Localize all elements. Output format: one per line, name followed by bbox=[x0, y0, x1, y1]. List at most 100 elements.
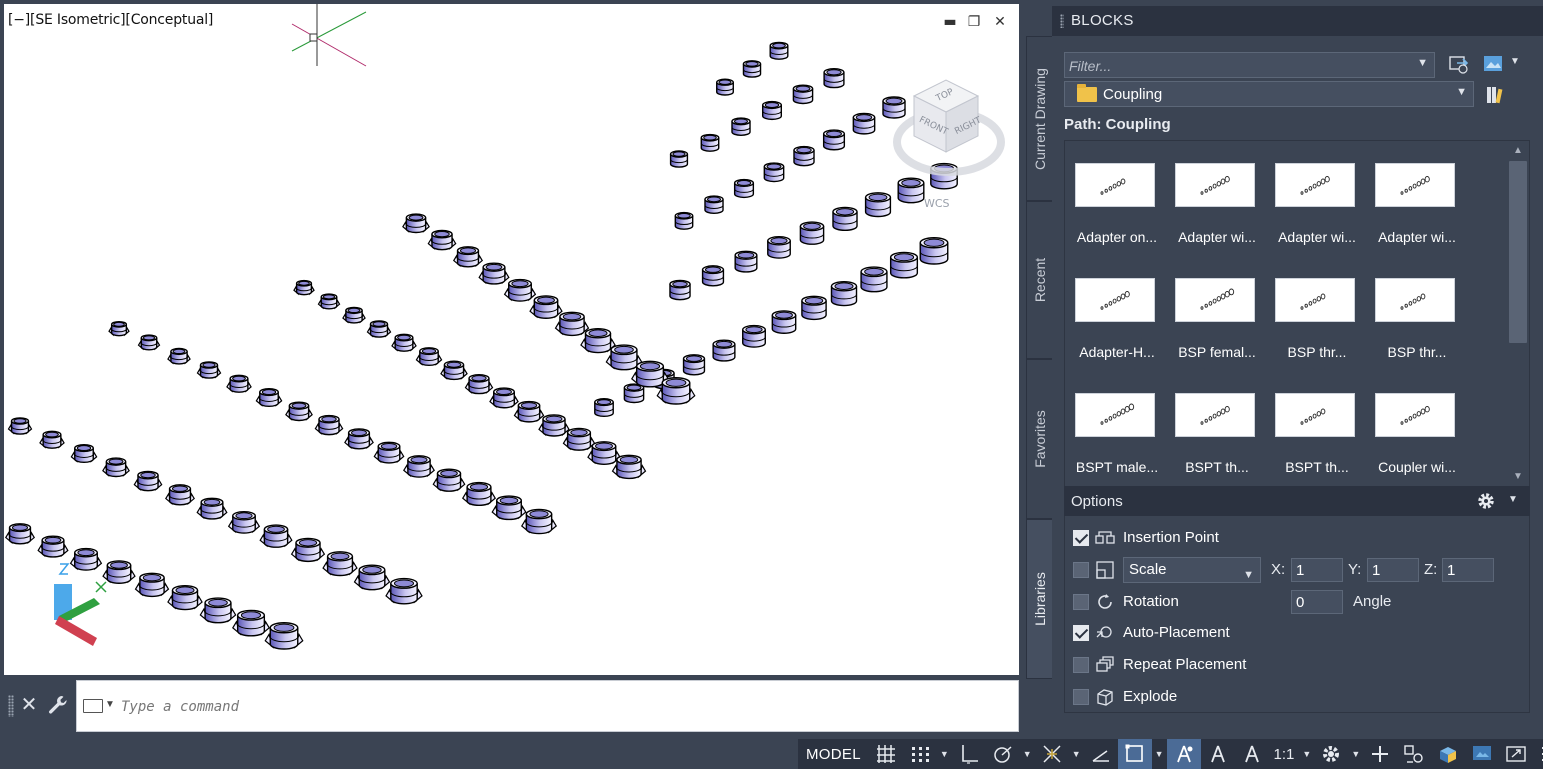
annotation-scale-icon[interactable] bbox=[1235, 739, 1269, 769]
block-thumbnail[interactable] bbox=[1175, 163, 1255, 207]
clamp-coupling-model[interactable] bbox=[462, 481, 496, 506]
clamp-coupling-model[interactable] bbox=[70, 444, 98, 464]
scale-mode-dropdown-icon[interactable]: ▼ bbox=[1243, 563, 1254, 587]
clamp-coupling-model[interactable] bbox=[427, 229, 457, 251]
clamp-coupling-model[interactable] bbox=[196, 497, 228, 520]
adapter-model[interactable] bbox=[733, 178, 755, 199]
adapter-model[interactable] bbox=[669, 279, 691, 301]
annotation-scale-dropdown-icon[interactable]: ▼ bbox=[1299, 749, 1314, 759]
adapter-model[interactable] bbox=[682, 354, 706, 376]
clamp-coupling-model[interactable] bbox=[656, 377, 696, 405]
clamp-coupling-model[interactable] bbox=[322, 551, 358, 577]
model-space-button[interactable]: MODEL bbox=[798, 739, 869, 769]
adapter-model[interactable] bbox=[767, 235, 791, 259]
rotation-checkbox[interactable] bbox=[1073, 594, 1089, 610]
clamp-coupling-model[interactable] bbox=[440, 360, 468, 381]
block-thumbnail[interactable] bbox=[1075, 163, 1155, 207]
auto-placement-checkbox[interactable] bbox=[1073, 625, 1089, 641]
clamp-coupling-model[interactable] bbox=[580, 327, 616, 354]
clamp-coupling-model[interactable] bbox=[366, 320, 392, 338]
clamp-coupling-model[interactable] bbox=[520, 508, 558, 535]
adapter-model[interactable] bbox=[897, 177, 925, 204]
command-line-close-icon[interactable]: ✕ bbox=[20, 692, 38, 718]
palette-title-bar[interactable]: BLOCKS bbox=[1052, 6, 1543, 36]
command-line-grip-icon[interactable] bbox=[8, 695, 14, 717]
adapter-model[interactable] bbox=[731, 117, 751, 136]
ortho-icon[interactable] bbox=[952, 739, 986, 769]
osnap-icon[interactable] bbox=[1035, 739, 1069, 769]
clamp-coupling-model[interactable] bbox=[102, 457, 130, 478]
option-insertion-point[interactable]: Insertion Point bbox=[1065, 524, 1531, 552]
clamp-coupling-model[interactable] bbox=[415, 347, 443, 367]
annotation-visibility-icon[interactable] bbox=[1166, 739, 1201, 769]
adapter-model[interactable] bbox=[700, 133, 720, 152]
model-scene[interactable]: TOPFRONT RIGHTWCS bbox=[4, 4, 1019, 675]
gallery-scrollbar[interactable]: ▲ ▼ bbox=[1507, 141, 1529, 487]
clamp-coupling-model[interactable] bbox=[39, 430, 65, 449]
clamp-coupling-model[interactable] bbox=[385, 577, 423, 605]
customize-wrench-icon[interactable] bbox=[46, 693, 70, 717]
adapter-model[interactable] bbox=[742, 324, 766, 348]
clamp-coupling-model[interactable] bbox=[133, 470, 163, 492]
adapter-model[interactable] bbox=[889, 251, 919, 279]
polar-dropdown-icon[interactable]: ▼ bbox=[1020, 749, 1035, 759]
clamp-coupling-model[interactable] bbox=[538, 414, 570, 437]
adapter-model[interactable] bbox=[669, 150, 689, 168]
clamp-coupling-model[interactable] bbox=[611, 454, 647, 480]
block-tile[interactable]: BSP femal... bbox=[1167, 256, 1267, 370]
clamp-coupling-model[interactable] bbox=[317, 293, 341, 310]
block-tile[interactable]: Adapter-H... bbox=[1067, 256, 1167, 370]
clamp-coupling-model[interactable] bbox=[102, 560, 136, 584]
insertion-point-checkbox[interactable] bbox=[1073, 530, 1089, 546]
command-history-dropdown-icon[interactable]: ▼ bbox=[105, 699, 115, 710]
snap-dropdown-icon[interactable]: ▼ bbox=[937, 749, 952, 759]
adapter-model[interactable] bbox=[769, 41, 789, 60]
adapter-model[interactable] bbox=[712, 339, 736, 362]
clamp-coupling-model[interactable] bbox=[342, 306, 366, 324]
block-thumbnail[interactable] bbox=[1075, 278, 1155, 322]
block-tile[interactable]: Coupler wi... bbox=[1367, 371, 1467, 485]
adapter-model[interactable] bbox=[674, 211, 694, 230]
clamp-coupling-model[interactable] bbox=[167, 584, 203, 611]
adapter-model[interactable] bbox=[704, 195, 724, 214]
palette-grip-icon[interactable] bbox=[1060, 14, 1064, 28]
filter-field[interactable]: ▼ bbox=[1064, 52, 1435, 78]
annotation-scale-value[interactable]: 1:1 bbox=[1269, 739, 1300, 769]
block-thumbnail[interactable] bbox=[1375, 278, 1455, 322]
option-explode[interactable]: Explode bbox=[1065, 683, 1531, 711]
clamp-coupling-model[interactable] bbox=[562, 427, 596, 451]
scale-mode-select[interactable]: Scale ▼ bbox=[1123, 557, 1261, 583]
clamp-coupling-model[interactable] bbox=[199, 597, 237, 624]
adapter-model[interactable] bbox=[832, 206, 858, 232]
adapter-model[interactable] bbox=[623, 383, 645, 404]
isolate-objects-icon[interactable] bbox=[1431, 739, 1465, 769]
clamp-coupling-model[interactable] bbox=[108, 320, 130, 337]
scale-z-input[interactable] bbox=[1442, 558, 1494, 582]
adapter-model[interactable] bbox=[860, 266, 888, 293]
clamp-coupling-model[interactable] bbox=[452, 246, 484, 268]
adapter-model[interactable] bbox=[823, 68, 845, 89]
tab-recent[interactable]: Recent bbox=[1026, 201, 1052, 359]
clamp-coupling-model[interactable] bbox=[344, 428, 374, 450]
clamp-coupling-model[interactable] bbox=[478, 262, 510, 285]
clamp-coupling-model[interactable] bbox=[196, 361, 222, 379]
block-thumbnail[interactable] bbox=[1375, 393, 1455, 437]
block-tile[interactable]: BSPT th... bbox=[1267, 371, 1367, 485]
block-thumbnail[interactable] bbox=[1275, 163, 1355, 207]
units-icon[interactable] bbox=[1397, 739, 1431, 769]
clamp-coupling-model[interactable] bbox=[290, 537, 326, 563]
clamp-coupling-model[interactable] bbox=[285, 401, 313, 422]
block-thumbnail[interactable] bbox=[1275, 393, 1355, 437]
clamp-coupling-model[interactable] bbox=[554, 311, 590, 337]
adapter-model[interactable] bbox=[864, 192, 892, 218]
clamp-coupling-model[interactable] bbox=[513, 400, 545, 423]
plus-icon[interactable] bbox=[1363, 739, 1397, 769]
clamp-coupling-model[interactable] bbox=[314, 414, 344, 436]
clamp-coupling-model[interactable] bbox=[503, 278, 537, 302]
drawing-viewport[interactable]: TOP FRONT RIGHT WCS [−][SE Isometric][Conce… bbox=[4, 4, 1019, 675]
block-tile[interactable]: Adapter on... bbox=[1067, 141, 1167, 255]
tab-libraries[interactable]: Libraries bbox=[1026, 519, 1052, 679]
selection-cycling-icon[interactable] bbox=[1117, 739, 1152, 769]
viewport-controls-label[interactable]: [−][SE Isometric][Conceptual] bbox=[8, 12, 213, 28]
block-tile[interactable]: BSP thr... bbox=[1267, 256, 1367, 370]
